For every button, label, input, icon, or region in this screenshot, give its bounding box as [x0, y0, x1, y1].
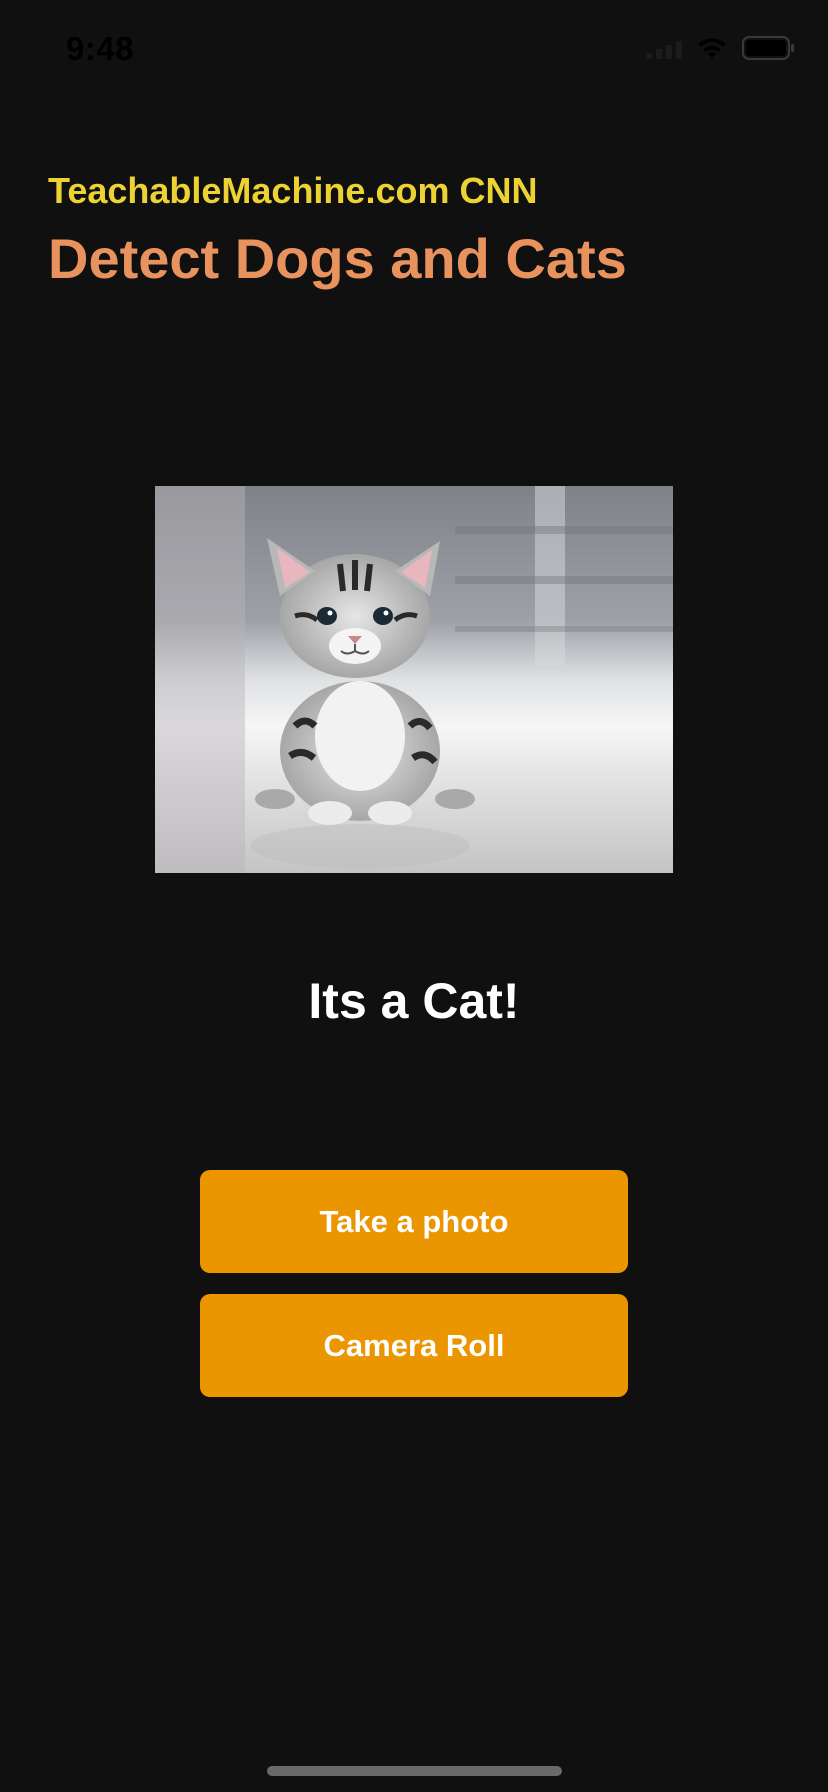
camera-roll-button[interactable]: Camera Roll: [200, 1294, 628, 1397]
take-photo-button[interactable]: Take a photo: [200, 1170, 628, 1273]
wifi-icon: [696, 36, 728, 60]
app-subtitle: TeachableMachine.com CNN: [48, 170, 538, 211]
page-title: Detect Dogs and Cats: [48, 227, 627, 290]
status-icons: [646, 36, 796, 60]
kitten-photo: [155, 486, 673, 873]
home-indicator[interactable]: [267, 1766, 562, 1776]
status-time: 9:48: [66, 30, 135, 67]
cellular-signal-icon: [646, 37, 682, 59]
prediction-result: Its a Cat!: [308, 973, 520, 1029]
battery-icon: [742, 36, 796, 60]
status-bar: 9:48: [0, 0, 828, 100]
